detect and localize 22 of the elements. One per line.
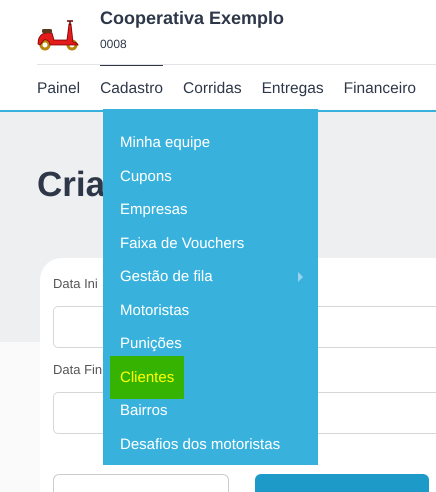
- menu-item[interactable]: Faixa de Vouchers: [120, 234, 244, 252]
- field-label: Data Fin: [53, 362, 102, 378]
- menu-item[interactable]: Motoristas: [120, 302, 190, 319]
- menu-item[interactable]: Clientes: [110, 356, 184, 399]
- nav-tab[interactable]: Financeiro: [344, 65, 416, 110]
- menu-item[interactable]: Desafios dos motoristas: [120, 436, 280, 453]
- page-title: Cria: [37, 172, 106, 198]
- nav-tab[interactable]: Entregas: [262, 65, 324, 110]
- menu-item[interactable]: Cupons: [120, 168, 172, 185]
- primary-button[interactable]: [255, 474, 429, 492]
- nav-tab[interactable]: Corridas: [183, 65, 242, 110]
- menu-item[interactable]: Empresas: [120, 201, 188, 218]
- organization-code: 0008: [100, 37, 128, 51]
- scooter-icon: [36, 18, 80, 52]
- menu-item[interactable]: Gestão de fila: [120, 268, 213, 286]
- menu-item[interactable]: Punições: [120, 335, 182, 352]
- menu-item[interactable]: Bairros: [120, 402, 168, 420]
- menu-item[interactable]: Minha equipe: [120, 134, 210, 152]
- field-label: Data Ini: [53, 276, 98, 292]
- nav-tab[interactable]: Painel: [37, 65, 80, 110]
- outline-button[interactable]: [53, 474, 229, 492]
- organization-name: Cooperativa Exemplo: [100, 8, 284, 29]
